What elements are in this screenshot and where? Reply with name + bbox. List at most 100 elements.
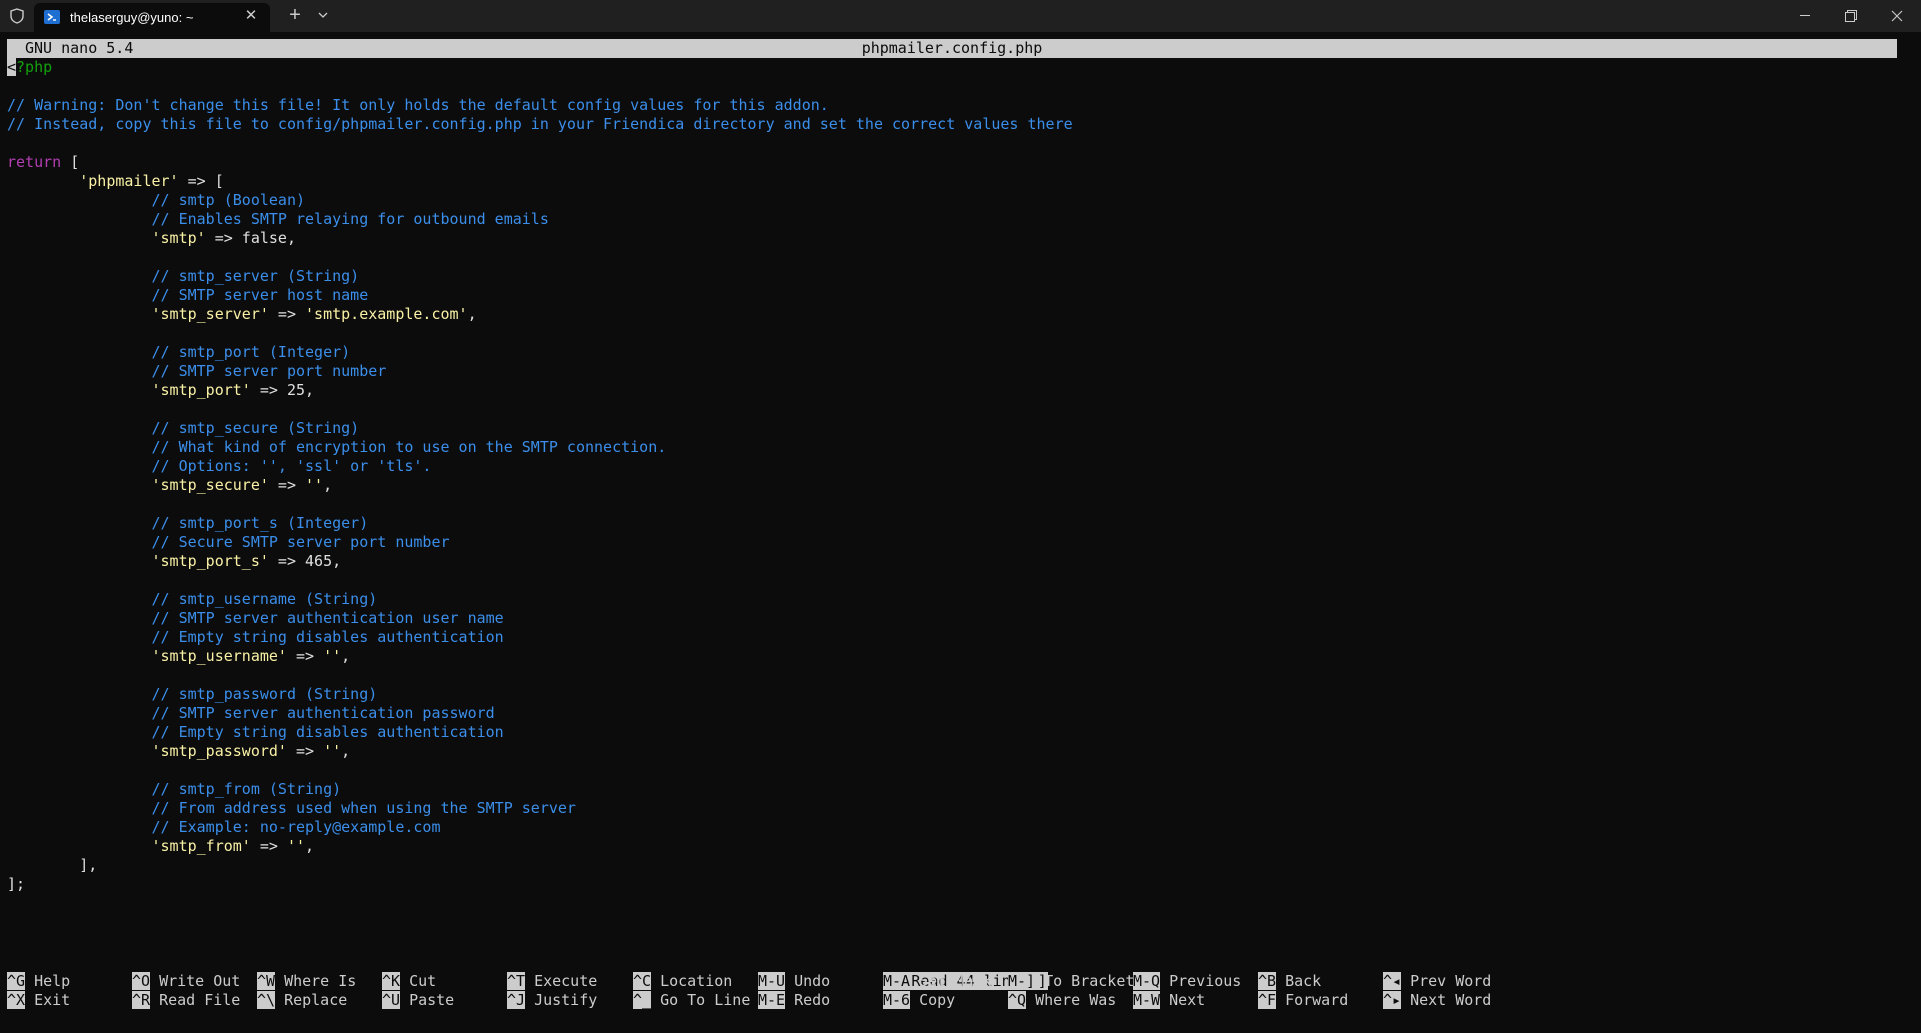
code-token: // Empty string disables authentication [151,723,504,741]
shortcut-item: ^G Help [7,972,70,991]
code-token: , [305,837,315,855]
code-token: '' [323,742,342,760]
code-token: // smtp_port_s (Integer) [151,514,369,532]
shortcut-item: ^B Back [1258,972,1321,991]
terminal-area[interactable]: GNU nano 5.4 phpmailer.config.php <?php /… [7,39,1897,1019]
code-line: 'smtp_username' => '', [7,647,1897,666]
code-line: 'smtp_password' => '', [7,742,1897,761]
code-token: // smtp_username (String) [151,590,378,608]
shortcut-label: Justify [534,991,598,1009]
shortcut-key: ^B [1258,972,1277,990]
shortcut-key: M-E [758,991,786,1009]
editor-buffer[interactable]: <?php // Warning: Don't change this file!… [7,58,1897,894]
shortcut-key: ^R [132,991,151,1009]
minimize-icon[interactable] [1782,0,1828,32]
code-token: // Warning: Don't change this file! It o… [7,96,829,114]
shortcut-item: ^J Justify [507,991,597,1010]
code-token: 'phpmailer' [79,172,179,190]
shortcut-label: Undo [794,972,831,990]
code-line: // SMTP server host name [7,286,1897,305]
shortcut-key: M-U [758,972,786,990]
code-line: 'phpmailer' => [ [7,172,1897,191]
maximize-icon[interactable] [1828,0,1874,32]
shortcut-bar: ^G Help ^X Exit ^O Write Out ^R Read File ^W Wher… [7,972,1897,1010]
shortcut-label: Copy [919,991,956,1009]
code-line: ]; [7,875,1897,894]
code-token: 'smtp_from' [151,837,251,855]
code-token: // Example: no-reply@example.com [151,818,441,836]
code-token: => false, [205,229,296,247]
code-token: ], [7,856,98,874]
code-line: ], [7,856,1897,875]
code-line: // Example: no-reply@example.com [7,818,1897,837]
shortcut-label: Where Is [284,972,357,990]
code-line: // smtp_server (String) [7,267,1897,286]
shortcut-label: Replace [284,991,348,1009]
shortcut-key: ^Q [1008,991,1027,1009]
shortcut-key: ^J [507,991,526,1009]
code-line: // smtp_username (String) [7,590,1897,609]
code-token: => [268,476,306,494]
code-line: 'smtp' => false, [7,229,1897,248]
close-window-icon[interactable] [1874,0,1920,32]
code-line: return [ [7,153,1897,172]
code-line: // From address used when using the SMTP… [7,799,1897,818]
status-message: [ Read 44 lines ] [7,953,1897,990]
code-token: => [286,742,324,760]
shortcut-label: Set Mark [919,972,992,990]
shortcut-item: ^W Where Is [257,972,356,991]
code-token: '' [305,476,324,494]
shortcut-label: Help [34,972,71,990]
code-line: // smtp_password (String) [7,685,1897,704]
shortcut-key: ^_ [633,991,652,1009]
code-line: // Enables SMTP relaying for outbound em… [7,210,1897,229]
shortcut-key: M-W [1133,991,1161,1009]
terminal-tab[interactable]: thelaserguy@yuno: ~ ✕ [34,3,270,32]
code-line: // smtp_secure (String) [7,419,1897,438]
shortcut-item: ^◂ Prev Word [1383,972,1491,991]
chevron-down-icon[interactable] [312,4,334,26]
shortcut-item: M-6 Copy [883,991,955,1010]
code-token: 'smtp_port_s' [151,552,269,570]
code-token: 'smtp_password' [151,742,287,760]
shortcut-key: ^◂ [1383,972,1402,990]
code-line: // Warning: Don't change this file! It o… [7,96,1897,115]
code-line: 'smtp_port_s' => 465, [7,552,1897,571]
code-line: <?php [7,58,1897,77]
shortcut-label: Execute [534,972,598,990]
shortcut-label: Next Word [1410,991,1492,1009]
code-token: => [268,305,306,323]
shortcut-item: ^O Write Out [132,972,240,991]
code-token: // SMTP server authentication password [151,704,495,722]
code-token: => 25, [250,381,315,399]
code-token: // smtp_from (String) [151,780,342,798]
shortcut-item: M-A Set Mark [883,972,991,991]
shortcut-label: Back [1285,972,1322,990]
code-line: // SMTP server authentication user name [7,609,1897,628]
code-token: // smtp_password (String) [151,685,378,703]
new-tab-button[interactable]: + [284,4,306,26]
title-bar: thelaserguy@yuno: ~ ✕ + [0,0,1921,32]
shortcut-key: M-] [1008,972,1036,990]
code-token: , [341,647,351,665]
code-token: // SMTP server port number [151,362,387,380]
code-line: 'smtp_secure' => '', [7,476,1897,495]
shortcut-label: Read File [159,991,241,1009]
shield-icon[interactable] [8,7,26,25]
code-token: // From address used when using the SMTP… [151,799,576,817]
shortcut-item: ^Q Where Was [1008,991,1116,1010]
close-icon[interactable]: ✕ [240,5,262,27]
